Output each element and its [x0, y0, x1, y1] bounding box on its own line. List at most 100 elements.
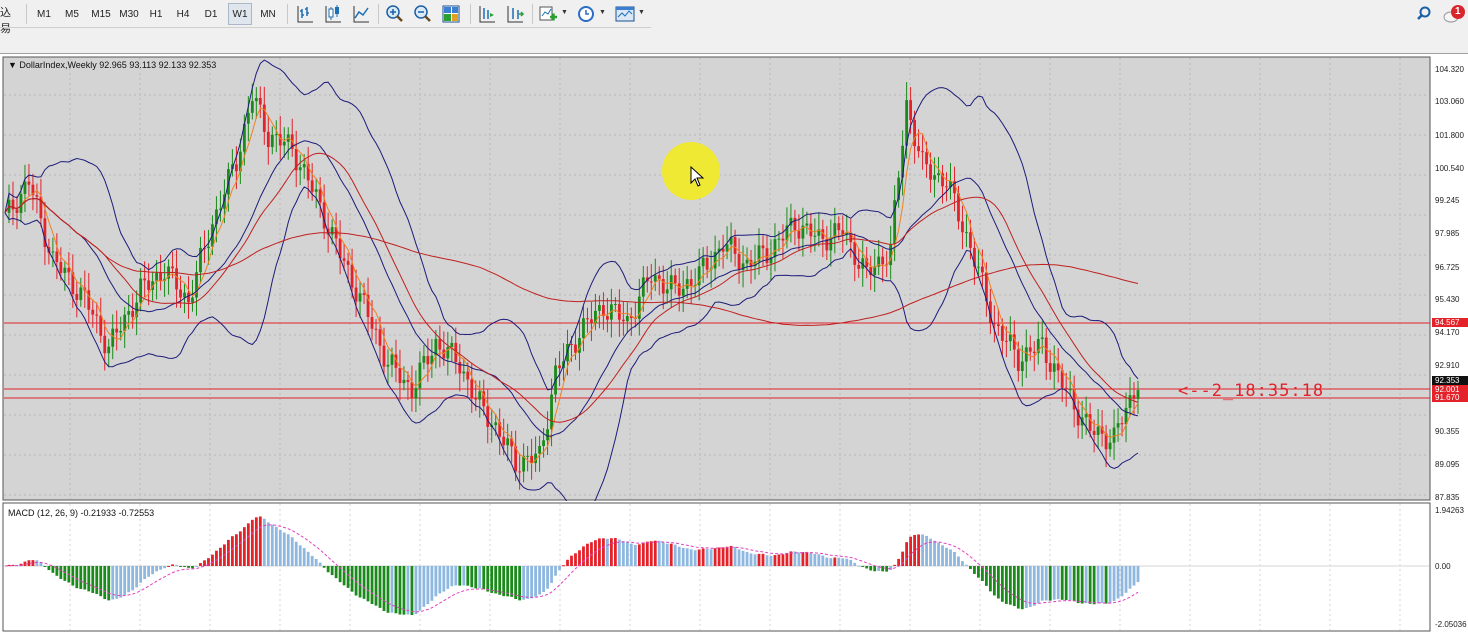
- macd-bar: [199, 563, 202, 566]
- candle-body: [506, 438, 510, 446]
- candle-body: [171, 266, 174, 269]
- candle-body: [398, 367, 402, 384]
- macd-bar: [522, 566, 526, 600]
- timeframe-mn-button[interactable]: MN: [255, 3, 281, 25]
- macd-bar: [518, 566, 522, 601]
- timeframe-m15-button[interactable]: M15: [87, 3, 115, 25]
- macd-bar: [478, 566, 482, 589]
- candle-body: [961, 221, 964, 233]
- price-label: 95.430: [1435, 295, 1460, 304]
- macd-scale-label: 0.00: [1435, 562, 1451, 571]
- candle-body: [1116, 423, 1120, 428]
- candle-body: [873, 266, 877, 276]
- level-tag: 91.670: [1432, 393, 1468, 402]
- candle-body: [933, 175, 936, 180]
- indicators-icon[interactable]: [537, 4, 559, 24]
- timeframe-w1-button[interactable]: W1: [228, 3, 252, 25]
- zoom-out-icon[interactable]: [412, 4, 434, 24]
- macd-bar: [238, 531, 242, 566]
- macd-bar: [562, 565, 565, 567]
- candle-body: [234, 164, 238, 172]
- macd-bar: [494, 566, 498, 594]
- candle-body: [681, 288, 685, 296]
- candle-body: [310, 180, 314, 192]
- bar-chart-icon[interactable]: [294, 4, 316, 24]
- macd-bar: [733, 546, 737, 566]
- autoscroll-icon[interactable]: [504, 4, 526, 24]
- tile-windows-icon[interactable]: [440, 4, 462, 24]
- candle-body: [1028, 347, 1032, 352]
- macd-bar: [933, 540, 936, 566]
- macd-bar: [550, 566, 553, 583]
- price-label: 96.725: [1435, 263, 1460, 272]
- macd-bar: [1112, 566, 1116, 601]
- macd-bar: [143, 566, 147, 580]
- timeframe-m5-button[interactable]: M5: [60, 3, 84, 25]
- timeframe-h1-button[interactable]: H1: [145, 3, 167, 25]
- macd-bar: [713, 548, 717, 566]
- price-label: 103.060: [1435, 97, 1464, 106]
- macd-plot-area: [2, 502, 1431, 632]
- candle-body: [266, 131, 270, 148]
- candle-body: [777, 238, 781, 240]
- candle-body: [139, 278, 143, 303]
- notification-icon[interactable]: 1: [1442, 4, 1466, 26]
- candle-body: [996, 324, 1000, 327]
- candle-body: [621, 319, 625, 322]
- candle-body: [1016, 349, 1020, 372]
- candle-body: [370, 317, 374, 329]
- macd-bar: [266, 522, 270, 566]
- timeframe-m30-button[interactable]: M30: [116, 3, 142, 25]
- macd-bar: [689, 549, 693, 566]
- candle-body: [95, 314, 99, 316]
- candle-body: [745, 259, 749, 264]
- candle-body: [470, 379, 474, 398]
- macd-bar: [63, 566, 67, 581]
- search-icon[interactable]: [1416, 6, 1432, 22]
- zoom-in-icon[interactable]: [384, 4, 406, 24]
- macd-bar: [845, 558, 849, 566]
- macd-bar: [594, 540, 597, 566]
- templates-dropdown-icon[interactable]: ▼: [638, 9, 645, 16]
- candle-body: [1084, 414, 1088, 418]
- macd-bar: [163, 566, 166, 569]
- toolbar-separator: [532, 4, 533, 24]
- timeframe-h4-button[interactable]: H4: [172, 3, 194, 25]
- price-label: 100.540: [1435, 164, 1464, 173]
- indicators-dropdown-icon[interactable]: ▼: [561, 9, 568, 16]
- macd-bar: [1048, 566, 1052, 601]
- macd-bar: [139, 566, 143, 583]
- macd-bar: [131, 566, 135, 591]
- macd-chart[interactable]: [0, 502, 1431, 632]
- candlestick-icon[interactable]: [322, 4, 344, 24]
- candle-body: [945, 186, 948, 188]
- toolbar-separator: [26, 4, 27, 24]
- macd-bar: [769, 555, 773, 566]
- periods-icon[interactable]: [575, 4, 597, 24]
- candle-body: [1136, 390, 1140, 399]
- macd-bar: [278, 529, 282, 566]
- templates-icon[interactable]: [614, 4, 636, 24]
- macd-bar: [937, 542, 940, 566]
- macd-bar: [1116, 566, 1120, 599]
- chart-shift-icon[interactable]: [476, 4, 498, 24]
- candle-body: [781, 238, 785, 241]
- periods-dropdown-icon[interactable]: ▼: [599, 9, 606, 16]
- toolbar: 込易 M1 M5 M15 M30 H1 H4 D1 W1 MN ▼ ▼ ▼ 1: [0, 0, 1468, 35]
- trading-terminal: 込易 M1 M5 M15 M30 H1 H4 D1 W1 MN ▼ ▼ ▼ 1 …: [0, 0, 1468, 632]
- macd-bar: [83, 566, 87, 590]
- candle-body: [765, 248, 769, 264]
- macd-bar: [721, 547, 725, 566]
- candle-body: [302, 164, 306, 168]
- macd-bar: [183, 566, 186, 567]
- macd-bar: [1124, 566, 1128, 593]
- macd-bar: [87, 566, 91, 592]
- macd-bar: [382, 566, 386, 612]
- macd-bar: [498, 566, 502, 595]
- price-chart[interactable]: [0, 55, 1431, 501]
- candle-body: [342, 258, 346, 261]
- line-chart-icon[interactable]: [350, 4, 372, 24]
- candle-body: [59, 262, 63, 273]
- timeframe-d1-button[interactable]: D1: [200, 3, 222, 25]
- timeframe-m1-button[interactable]: M1: [32, 3, 56, 25]
